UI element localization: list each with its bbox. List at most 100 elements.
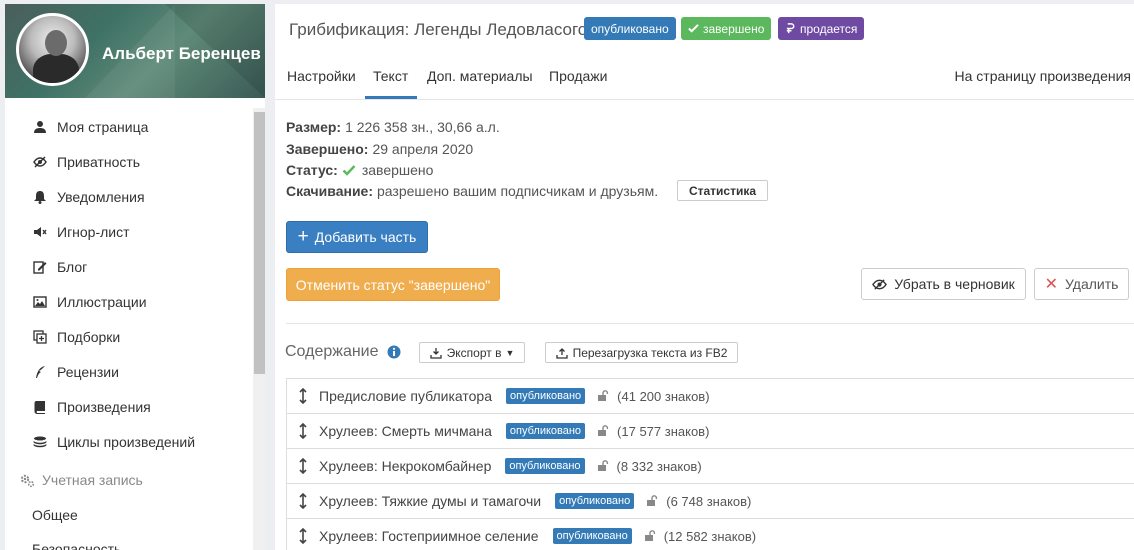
statistics-button[interactable]: Статистика <box>677 180 768 201</box>
close-icon: ✕ <box>1044 276 1058 293</box>
contents-title: Содержание <box>285 343 379 360</box>
list-item[interactable]: Хрулеев: Смерть мичмана опубликовано (17… <box>287 414 1134 449</box>
info-size: Размер: 1 226 358 зн., 30,66 а.л. <box>286 119 500 135</box>
sidebar-item-label: Игнор-лист <box>57 224 130 240</box>
plus-icon: + <box>297 226 309 247</box>
bell-icon <box>32 189 48 205</box>
move-to-draft-button[interactable]: Убрать в черновик <box>861 268 1026 300</box>
sidebar-item-ignore-list[interactable]: Игнор-лист <box>32 222 130 242</box>
active-tab-indicator <box>365 96 417 99</box>
avatar-head <box>45 30 67 56</box>
upload-icon <box>555 347 568 359</box>
sidebar-item-security[interactable]: Безопасность <box>32 541 121 550</box>
part-title[interactable]: Хрулеев: Тяжкие думы и тамагочи <box>319 493 541 509</box>
status-badge-published: опубликовано <box>584 17 676 40</box>
tab-text[interactable]: Текст <box>373 68 408 84</box>
add-part-label: Добавить часть <box>314 229 417 245</box>
sidebar: Альберт Беренцев Моя страница Приватност… <box>0 0 265 550</box>
delete-label: Удалить <box>1064 276 1119 292</box>
main-panel: Грибификация: Легенды Ледовласого опубли… <box>275 4 1134 550</box>
sidebar-item-label: Циклы произведений <box>57 434 196 450</box>
collection-icon <box>32 329 48 345</box>
sidebar-item-works[interactable]: Произведения <box>32 397 151 417</box>
list-item[interactable]: Предисловие публикатора опубликовано (41… <box>287 379 1134 414</box>
sidebar-item-label: Моя страница <box>57 119 149 135</box>
scrollbar-thumb[interactable] <box>254 112 265 374</box>
export-label: Экспорт в <box>446 345 502 360</box>
add-part-button[interactable]: + Добавить часть <box>286 221 428 253</box>
part-status-badge: опубликовано <box>505 423 586 439</box>
sidebar-item-label: Иллюстрации <box>57 294 147 310</box>
badge-label: опубликовано <box>591 21 669 36</box>
part-title[interactable]: Хрулеев: Смерть мичмана <box>319 423 492 439</box>
part-status-badge: опубликовано <box>552 528 632 544</box>
sidebar-item-reviews[interactable]: Рецензии <box>32 362 119 382</box>
part-char-count: (41 200 знаков) <box>617 388 710 404</box>
drag-handle-icon[interactable] <box>297 528 309 544</box>
unlock-icon[interactable] <box>597 390 609 402</box>
part-title[interactable]: Предисловие публикатора <box>319 388 492 404</box>
sidebar-item-series[interactable]: Циклы произведений <box>32 432 195 452</box>
drag-handle-icon[interactable] <box>297 493 309 509</box>
part-title[interactable]: Хрулеев: Некрокомбайнер <box>319 458 491 474</box>
reload-fb2-button[interactable]: Перезагрузка текста из FB2 <box>545 342 738 363</box>
sidebar-item-label: Блог <box>57 259 88 275</box>
unlock-icon[interactable] <box>646 495 658 507</box>
drag-handle-icon[interactable] <box>297 423 309 439</box>
unlock-icon[interactable] <box>644 530 656 542</box>
work-page-link[interactable]: На страницу произведения <box>955 68 1131 84</box>
drag-handle-icon[interactable] <box>297 388 309 404</box>
reload-label: Перезагрузка текста из FB2 <box>572 345 728 360</box>
sidebar-item-my-page[interactable]: Моя страница <box>32 117 148 137</box>
volume-off-icon <box>32 224 48 240</box>
list-item[interactable]: Хрулеев: Некрокомбайнер опубликовано (8 … <box>287 449 1134 484</box>
tab-sales[interactable]: Продажи <box>549 68 607 84</box>
info-download: Скачивание: разрешено вашим подписчикам … <box>286 183 658 199</box>
sidebar-item-collections[interactable]: Подборки <box>32 327 120 347</box>
tab-extra-materials[interactable]: Доп. материалы <box>427 68 533 84</box>
sidebar-menu: Моя страница Приватность Уведомления Игн… <box>5 98 265 550</box>
unlock-icon[interactable] <box>597 425 609 437</box>
edit-icon <box>32 259 48 275</box>
profile-name[interactable]: Альберт Беренцев <box>102 44 261 64</box>
ruble-icon <box>786 23 795 34</box>
export-dropdown-button[interactable]: Экспорт в ▼ <box>419 342 525 363</box>
sidebar-section-label: Учетная запись <box>42 472 143 488</box>
sidebar-item-illustrations[interactable]: Иллюстрации <box>32 292 147 312</box>
tab-settings[interactable]: Настройки <box>287 68 356 84</box>
part-char-count: (6 748 знаков) <box>666 493 752 509</box>
cancel-completed-status-button[interactable]: Отменить статус "завершено" <box>286 268 500 301</box>
sidebar-item-notifications[interactable]: Уведомления <box>32 187 145 207</box>
parts-list: Предисловие публикатора опубликовано (41… <box>286 378 1134 550</box>
sidebar-item-blog[interactable]: Блог <box>32 257 87 277</box>
user-icon <box>32 119 48 135</box>
list-item[interactable]: Хрулеев: Тяжкие думы и тамагочи опублико… <box>287 484 1134 519</box>
sidebar-item-label: Приватность <box>57 154 141 170</box>
image-icon <box>32 294 48 310</box>
stack-icon <box>32 434 48 450</box>
delete-button[interactable]: ✕ Удалить <box>1034 268 1129 300</box>
info-icon[interactable] <box>387 345 401 359</box>
sidebar-section-account: Учетная запись <box>19 472 143 488</box>
section-divider <box>286 323 1134 324</box>
info-download-label: Скачивание: <box>286 183 374 199</box>
sidebar-item-label: Рецензии <box>57 364 119 380</box>
quill-icon <box>32 364 48 380</box>
check-icon <box>342 165 356 176</box>
drag-handle-icon[interactable] <box>297 458 309 474</box>
profile-header[interactable]: Альберт Беренцев <box>5 4 265 98</box>
eye-slash-icon <box>872 278 888 290</box>
avatar[interactable] <box>16 13 89 86</box>
part-title[interactable]: Хрулеев: Гостеприимное селение <box>319 528 539 544</box>
badge-label: продается <box>800 21 858 36</box>
unlock-icon[interactable] <box>597 460 609 472</box>
caret-down-icon: ▼ <box>505 347 515 358</box>
download-icon <box>429 347 442 359</box>
sidebar-item-privacy[interactable]: Приватность <box>32 152 140 172</box>
check-icon <box>688 24 699 33</box>
list-item[interactable]: Хрулеев: Гостеприимное селение опубликов… <box>287 519 1134 550</box>
part-char-count: (8 332 знаков) <box>616 458 702 474</box>
eye-slash-icon <box>32 154 48 170</box>
sidebar-item-general[interactable]: Общее <box>32 507 78 523</box>
info-completed-label: Завершено: <box>286 141 369 157</box>
